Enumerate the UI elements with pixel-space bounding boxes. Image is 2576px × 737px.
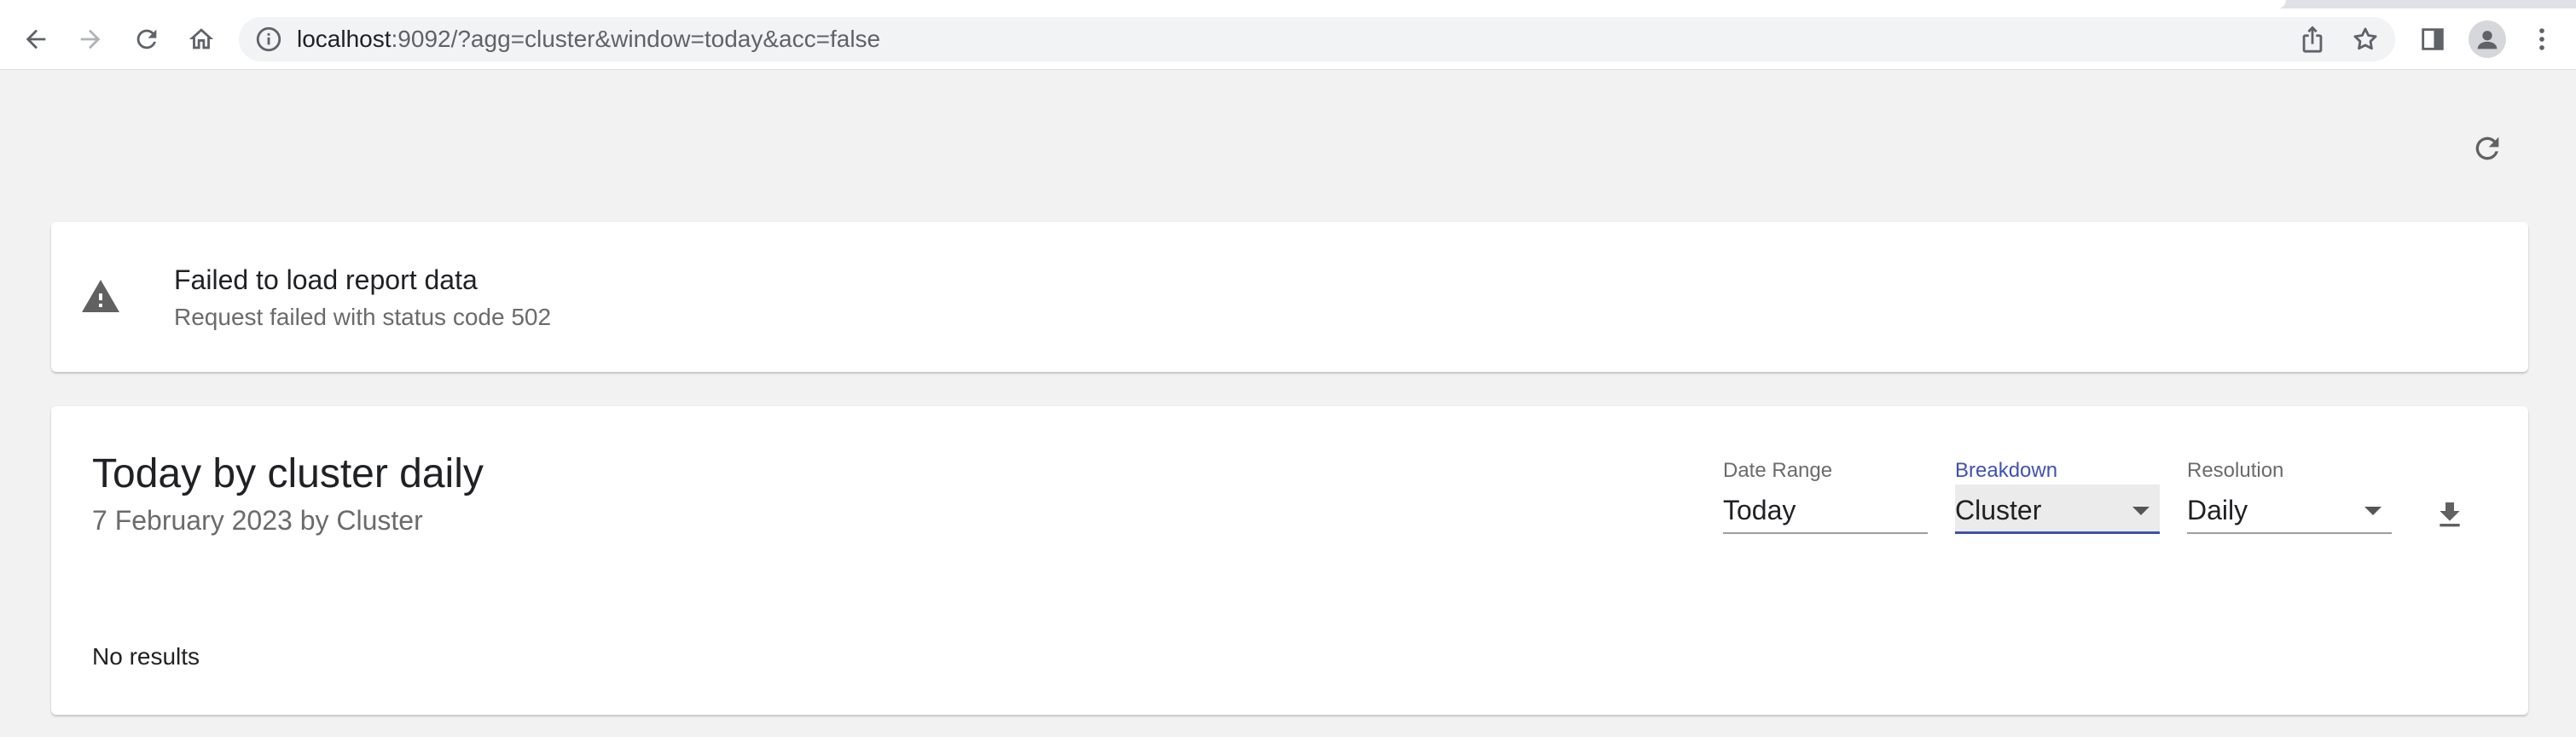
info-circle-icon[interactable] [254, 25, 283, 54]
report-subtitle: 7 February 2023 by Cluster [92, 505, 423, 536]
refresh-icon [2475, 136, 2499, 160]
error-alert: Failed to load report data Request faile… [51, 222, 2528, 372]
breakdown-select[interactable]: Breakdown Cluster [1955, 459, 2160, 534]
alert-title: Failed to load report data [174, 264, 478, 295]
browser-toolbar: localhost:9092/?agg=cluster&window=today… [0, 9, 2576, 70]
more-vert-icon [2539, 28, 2544, 50]
breakdown-value: Cluster [1955, 495, 2042, 525]
refresh-button[interactable] [2463, 125, 2511, 172]
person-icon [2477, 31, 2498, 49]
avatar [2469, 20, 2506, 58]
home-icon [189, 28, 214, 49]
resolution-input[interactable]: Daily [2187, 485, 2392, 534]
browser-menu-button[interactable] [2521, 19, 2562, 60]
arrow-left-icon [26, 29, 46, 49]
tab-strip [0, 0, 2576, 9]
share-icon[interactable] [2298, 25, 2327, 54]
warning-icon [82, 280, 119, 312]
date-range-input[interactable]: Today [1723, 485, 1928, 534]
chevron-down-icon[interactable] [2364, 507, 2382, 515]
home-button[interactable] [181, 19, 222, 60]
report-card: Today by cluster daily 7 February 2023 b… [51, 406, 2528, 715]
profile-button[interactable] [2467, 19, 2508, 60]
date-range-field[interactable]: Date Range Today [1723, 459, 1928, 534]
back-button[interactable] [15, 19, 56, 60]
breakdown-label: Breakdown [1955, 459, 2058, 482]
url-path: :9092/?agg=cluster&window=today&acc=fals… [391, 26, 881, 52]
resolution-select[interactable]: Resolution Daily [2187, 459, 2392, 534]
chevron-down-icon[interactable] [2132, 507, 2150, 515]
resolution-label: Resolution [2187, 459, 2284, 482]
reload-button[interactable] [126, 19, 167, 60]
side-panel-button[interactable] [2412, 19, 2453, 60]
url-host: localhost [297, 26, 392, 52]
download-icon [2440, 502, 2460, 527]
url-text[interactable]: localhost:9092/?agg=cluster&window=today… [297, 17, 880, 61]
date-range-label: Date Range [1723, 459, 1833, 482]
breakdown-input[interactable]: Cluster [1955, 485, 2160, 534]
date-range-value: Today [1723, 495, 1796, 525]
no-results-message: No results [92, 643, 200, 670]
forward-button[interactable] [70, 19, 111, 60]
address-bar[interactable]: localhost:9092/?agg=cluster&window=today… [239, 17, 2395, 61]
alert-message: Request failed with status code 502 [174, 304, 552, 330]
arrow-right-icon [80, 29, 101, 49]
active-tab[interactable] [0, 0, 2286, 9]
download-button[interactable] [2426, 491, 2474, 539]
reload-icon [136, 29, 157, 49]
side-panel-icon [2422, 28, 2444, 50]
star-icon[interactable] [2351, 25, 2380, 54]
resolution-value: Daily [2187, 495, 2248, 525]
report-title: Today by cluster daily [92, 451, 484, 496]
